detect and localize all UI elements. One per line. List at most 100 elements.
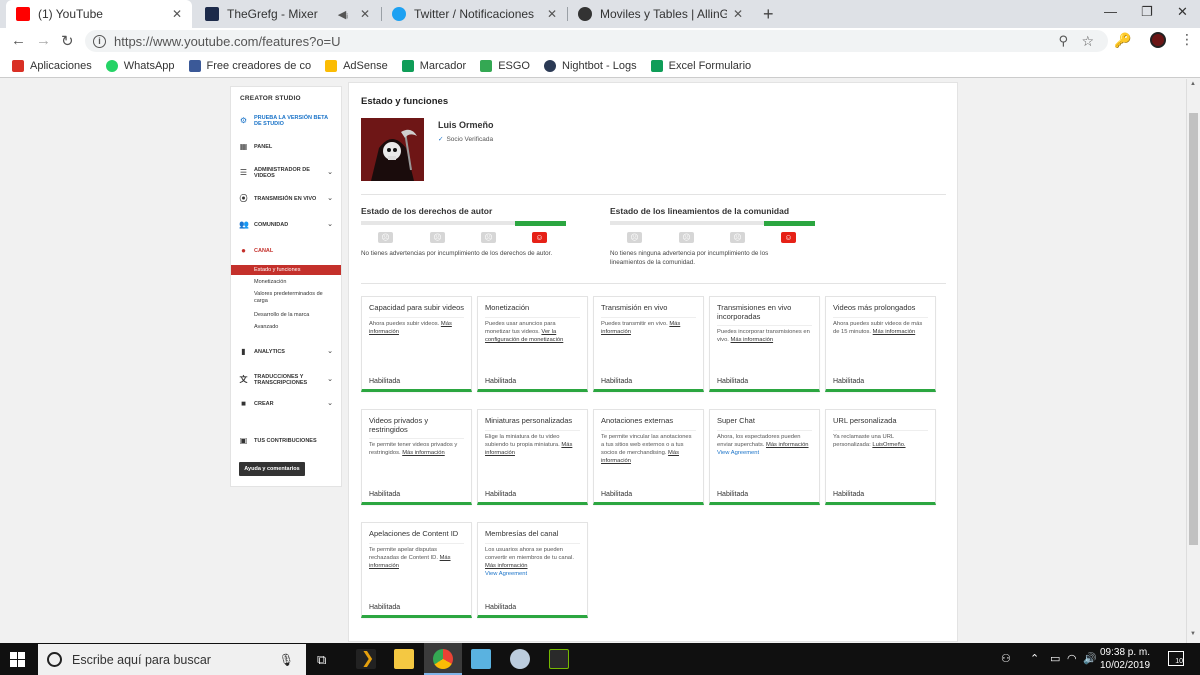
check-icon: ✓ bbox=[438, 136, 444, 143]
whatsapp-icon bbox=[105, 59, 118, 72]
wifi-icon[interactable]: ◠ bbox=[1067, 652, 1077, 665]
sheets-icon bbox=[650, 59, 663, 72]
sidebar-item-translations[interactable]: 文 TRADUCCIONES Y TRANSCRIPCIONES ⌄ bbox=[231, 374, 341, 386]
key-extension-icon[interactable]: 🔑 bbox=[1114, 32, 1131, 49]
close-window-icon[interactable]: ✕ bbox=[1177, 4, 1188, 20]
sidebar-item-live[interactable]: ⦿ TRANSMISIÓN EN VIVO ⌄ bbox=[231, 195, 341, 203]
people-icon[interactable]: ⚇ bbox=[1001, 652, 1011, 665]
star-icon[interactable]: ☆ bbox=[1081, 33, 1094, 50]
scroll-thumb[interactable] bbox=[1189, 113, 1198, 545]
network-icon[interactable]: ▭ bbox=[1050, 652, 1060, 665]
chevron-down-icon: ⌄ bbox=[327, 195, 333, 202]
app-icon[interactable] bbox=[471, 649, 491, 669]
tab-youtube[interactable]: (1) YouTube ✕ bbox=[6, 0, 192, 28]
page-scrollbar[interactable]: ▲ ▼ bbox=[1186, 79, 1200, 643]
sidebar-sub-advanced[interactable]: Avanzado bbox=[231, 324, 341, 331]
microphone-icon[interactable]: 🎙 bbox=[279, 653, 294, 667]
tab-twitter[interactable]: Twitter / Notificaciones ✕ bbox=[382, 0, 567, 28]
feature-status: Habilitada bbox=[485, 378, 517, 385]
scroll-down-icon[interactable]: ▼ bbox=[1190, 631, 1196, 637]
sidebar-sub-branding[interactable]: Desarrollo de la marca bbox=[231, 312, 341, 319]
sidebar-item-contributions[interactable]: ▣ TUS CONTRIBUCIONES bbox=[231, 437, 341, 445]
nvidia-icon[interactable] bbox=[549, 649, 569, 669]
browser-toolbar: ← → ↻ i https://www.youtube.com/features… bbox=[0, 28, 1200, 54]
paint-icon[interactable] bbox=[510, 649, 530, 669]
channel-name[interactable]: Luis Ormeño bbox=[438, 120, 494, 130]
url-text: https://www.youtube.com/features?o=U bbox=[114, 33, 341, 49]
bookmark-adsense[interactable]: AdSense bbox=[325, 59, 388, 72]
sidebar-item-create[interactable]: ■ CREAR ⌄ bbox=[231, 400, 341, 408]
tab-title: Twitter / Notificaciones bbox=[414, 7, 535, 21]
sidebar-item-analytics[interactable]: ▮ ANALYTICS ⌄ bbox=[231, 348, 341, 356]
bookmark-facebook[interactable]: Free creadores de co bbox=[188, 59, 311, 72]
taskbar-search[interactable]: Escribe aquí para buscar 🎙 bbox=[38, 644, 306, 675]
forward-icon[interactable]: → bbox=[36, 32, 51, 49]
info-icon[interactable]: i bbox=[93, 34, 106, 48]
sidebar-item-channel[interactable]: ● CANAL bbox=[231, 247, 341, 255]
volume-icon[interactable]: 🔊 bbox=[1083, 652, 1097, 665]
bookmark-excel[interactable]: Excel Formulario bbox=[650, 59, 751, 72]
windows-start-icon[interactable] bbox=[10, 652, 25, 667]
zoom-icon[interactable]: ⚲ bbox=[1058, 33, 1068, 49]
file-explorer-icon[interactable] bbox=[394, 649, 414, 669]
sheets-icon bbox=[401, 59, 414, 72]
view-agreement-link[interactable]: View Agreement bbox=[485, 571, 527, 577]
sidebar-sub-monetization[interactable]: Monetización bbox=[231, 279, 341, 286]
copyright-status-desc: No tienes advertencias por incumplimient… bbox=[361, 250, 553, 257]
close-icon[interactable]: ✕ bbox=[172, 7, 182, 21]
creator-studio-sidebar: CREATOR STUDIO ⚙ PRUEBA LA VERSIÓN BETA … bbox=[230, 86, 342, 487]
more-info-link[interactable]: Más información bbox=[485, 563, 528, 569]
chrome-icon[interactable] bbox=[433, 649, 453, 669]
speaker-icon[interactable]: ◀ᵢ bbox=[338, 8, 348, 21]
bookmark-apps[interactable]: Aplicaciones bbox=[12, 59, 92, 72]
happy-face-icon: ☺ bbox=[532, 232, 547, 243]
task-view-icon[interactable]: ⧉ bbox=[317, 652, 326, 668]
close-icon[interactable]: ✕ bbox=[547, 7, 557, 21]
more-info-link[interactable]: Más información bbox=[731, 337, 774, 343]
more-info-link[interactable]: Más información bbox=[766, 442, 809, 448]
new-tab-button[interactable]: + bbox=[763, 4, 774, 25]
profile-avatar[interactable] bbox=[1150, 32, 1166, 48]
allingamers-icon bbox=[578, 7, 592, 21]
feature-card-embedded-live: Transmisiones en vivo incorporadas Puede… bbox=[709, 296, 820, 392]
more-info-link[interactable]: Más información bbox=[402, 450, 445, 456]
sidebar-item-video-manager[interactable]: ☰ ADMINISTRADOR DE VIDEOS ⌄ bbox=[231, 167, 341, 179]
tab-mixer[interactable]: TheGrefg - Mixer ◀ᵢ ✕ bbox=[195, 0, 380, 28]
tab-title: Moviles y Tables | AllinGamers bbox=[600, 7, 727, 21]
scroll-up-icon[interactable]: ▲ bbox=[1190, 81, 1196, 87]
copyright-status: Estado de los derechos de autor ☹ ☹ ☹ ☺ … bbox=[361, 206, 571, 258]
youtube-icon bbox=[16, 7, 30, 21]
copyright-status-title: Estado de los derechos de autor bbox=[361, 206, 493, 216]
sidebar-sub-upload-defaults[interactable]: Valores predeterminados de carga bbox=[231, 291, 331, 305]
feature-card-custom-url: URL personalizada Ya reclamaste una URL … bbox=[825, 409, 936, 505]
maximize-icon[interactable]: ❐ bbox=[1141, 4, 1153, 20]
view-agreement-link[interactable]: View Agreement bbox=[717, 450, 759, 456]
menu-icon[interactable]: ⋮ bbox=[1180, 31, 1194, 48]
chevron-up-icon[interactable]: ⌃ bbox=[1030, 652, 1039, 665]
community-status: Estado de los lineamientos de la comunid… bbox=[610, 206, 820, 267]
bookmark-marcador[interactable]: Marcador bbox=[401, 59, 466, 72]
more-info-link[interactable]: Más información bbox=[873, 329, 916, 335]
tab-allingamers[interactable]: Moviles y Tables | AllinGamers ✕ bbox=[568, 0, 753, 28]
gear-icon: ⚙ bbox=[239, 116, 248, 125]
close-icon[interactable]: ✕ bbox=[360, 7, 370, 21]
custom-url-link[interactable]: LuisOrmeño. bbox=[872, 442, 905, 448]
minimize-icon[interactable]: — bbox=[1104, 4, 1117, 19]
bookmark-whatsapp[interactable]: WhatsApp bbox=[105, 59, 175, 72]
system-clock[interactable]: 09:38 p. m. 10/02/2019 bbox=[1098, 646, 1152, 672]
bookmark-nightbot[interactable]: Nightbot - Logs bbox=[544, 59, 637, 72]
divider bbox=[361, 194, 946, 195]
help-feedback-button[interactable]: Ayuda y comentarios bbox=[239, 462, 305, 476]
sidebar-item-panel[interactable]: ▦ PANEL bbox=[231, 143, 341, 151]
plex-icon[interactable]: ❯ bbox=[356, 649, 376, 669]
back-icon[interactable]: ← bbox=[11, 32, 26, 49]
reload-icon[interactable]: ↻ bbox=[61, 32, 74, 50]
address-bar[interactable]: i https://www.youtube.com/features?o=U ⚲… bbox=[85, 30, 1108, 52]
sidebar-item-beta[interactable]: ⚙ PRUEBA LA VERSIÓN BETA DE STUDIO bbox=[231, 115, 341, 127]
bookmark-esgo[interactable]: ESGO bbox=[480, 59, 530, 72]
sidebar-item-community[interactable]: 👥 COMUNIDAD ⌄ bbox=[231, 221, 341, 229]
close-icon[interactable]: ✕ bbox=[733, 7, 743, 21]
notification-center-icon[interactable]: 10 bbox=[1168, 651, 1184, 666]
sidebar-sub-status[interactable]: Estado y funciones bbox=[231, 265, 341, 275]
feature-card-super-chat: Super Chat Ahora, los espectadores puede… bbox=[709, 409, 820, 505]
